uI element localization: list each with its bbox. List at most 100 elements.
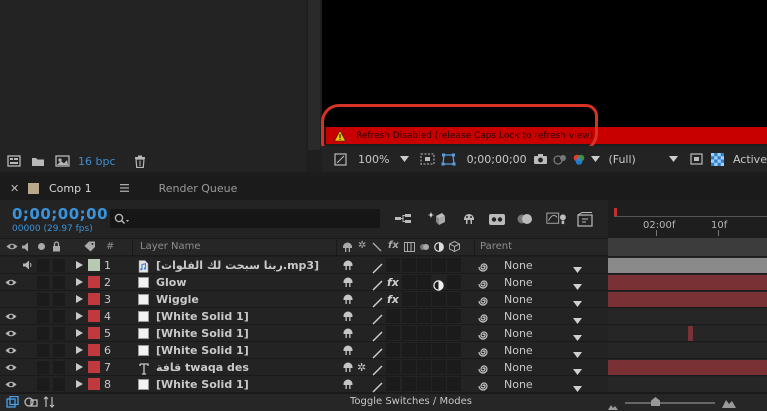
parent-column[interactable]: Parent [480,241,512,252]
eye-icon[interactable] [5,359,17,375]
video-toggle-icon[interactable] [6,242,18,254]
frame-blend-switch[interactable] [402,309,416,323]
eye-icon[interactable] [5,325,17,341]
eye-icon[interactable] [5,342,17,358]
motion-blur-switch[interactable] [417,377,431,391]
pick-whip-icon[interactable] [478,378,490,394]
expand-triangle-icon[interactable] [76,257,84,273]
lock-switch[interactable] [53,378,65,391]
pick-whip-icon[interactable] [478,310,490,326]
lock-switch[interactable] [53,293,65,306]
eye-icon[interactable] [5,376,17,392]
shy-icon[interactable] [342,325,354,341]
audio-switch[interactable] [21,308,33,324]
new-folder-icon[interactable] [28,151,48,171]
audio-switch[interactable] [21,274,33,290]
layer-duration-bar[interactable] [608,292,767,307]
parent-select[interactable]: None [504,291,533,307]
label-color-swatch[interactable] [88,259,100,271]
zoom-level[interactable]: 100% [355,149,392,169]
3d-layer-switch[interactable] [447,360,461,374]
parent-select[interactable]: None [504,342,533,358]
show-snapshot-icon[interactable] [550,149,569,169]
solo-switch[interactable] [37,361,49,374]
motion-blur-switch[interactable] [417,326,431,340]
pick-whip-icon[interactable] [478,259,490,275]
layer-name[interactable]: [White Solid 1] [156,342,336,358]
layer-row[interactable]: 5 [White Solid 1] None [0,325,767,342]
shy-icon[interactable] [342,359,354,375]
lock-switch[interactable] [53,259,65,272]
solo-switch[interactable] [37,293,49,306]
motion-blur-switch[interactable] [417,275,431,289]
solo-switch[interactable] [37,378,49,391]
audio-switch[interactable] [21,342,33,358]
keyframe-marker-icon[interactable] [574,208,596,230]
layer-search-input[interactable] [110,209,380,228]
transparency-grid-icon[interactable] [708,149,727,169]
channel-dropdown-chevron-icon[interactable] [589,149,603,169]
label-color-swatch[interactable] [88,327,100,339]
layer-row[interactable]: 2 Glow fx None [0,274,767,291]
fit-frame-icon[interactable] [418,149,437,169]
lock-switch[interactable] [53,344,65,357]
3d-layer-switch[interactable] [447,258,461,272]
pick-whip-icon[interactable] [478,276,490,292]
adjustment-switch[interactable] [432,258,446,272]
time-ruler[interactable]: 02:00f 10f [608,200,767,238]
speaker-icon[interactable] [21,257,33,273]
pick-whip-icon[interactable] [478,344,490,360]
layer-row[interactable]: 7 قافة twaqa des ✲ None [0,359,767,376]
snapshot-camera-icon[interactable] [531,149,550,169]
layer-name[interactable]: [ربنا سبحت لك الفلوات.mp3] [156,257,336,273]
frame-blend-switch[interactable] [402,292,416,306]
shy-icon[interactable] [342,308,354,324]
expand-triangle-icon[interactable] [76,274,84,290]
expand-triangle-icon[interactable] [76,291,84,307]
zoom-in-mountain-icon[interactable] [722,398,736,411]
frame-blend-switch[interactable] [402,275,416,289]
composition-viewer[interactable] [322,0,767,127]
shy-icon[interactable] [342,376,354,392]
effect-switch[interactable] [386,258,400,272]
audio-switch[interactable] [21,359,33,375]
expand-layer-switches-icon[interactable] [6,395,20,411]
solo-toggle-icon[interactable] [38,243,45,250]
graph-editor-icon[interactable] [546,208,568,230]
lock-toggle-icon[interactable] [52,241,61,255]
resolution-dropdown-chevron-icon[interactable] [667,149,681,169]
motion-blur-switch[interactable] [417,258,431,272]
lock-switch[interactable] [53,276,65,289]
tab-render-queue[interactable]: Render Queue [159,182,238,195]
new-composition-icon[interactable] [52,151,72,171]
audio-toggle-icon[interactable] [21,242,32,255]
label-color-swatch[interactable] [88,310,100,322]
solo-switch[interactable] [37,344,49,357]
parent-select[interactable]: None [504,257,533,273]
effect-switch[interactable] [386,360,400,374]
layer-row[interactable]: 6 [White Solid 1] None [0,342,767,359]
work-area-start-marker[interactable] [614,208,617,216]
pick-whip-icon[interactable] [478,361,490,377]
shy-icon[interactable] [342,291,354,307]
layer-row[interactable]: 4 [White Solid 1] None [0,308,767,325]
mask-visibility-icon[interactable] [439,149,458,169]
expand-triangle-icon[interactable] [76,359,84,375]
3d-layer-switch[interactable] [447,292,461,306]
zoom-out-mountain-icon[interactable] [608,400,618,411]
audio-switch[interactable] [21,325,33,341]
motion-blur-icon[interactable] [514,208,536,230]
eye-icon[interactable] [5,274,17,290]
layer-duration-bar[interactable] [608,258,767,273]
expand-modes-icon[interactable] [24,396,38,411]
zoom-dropdown-chevron-icon[interactable] [398,149,412,169]
adjustment-switch[interactable] [432,360,446,374]
motion-blur-switch[interactable] [417,360,431,374]
layer-row[interactable]: 8 [White Solid 1] None [0,376,767,393]
adjustment-switch[interactable] [432,343,446,357]
frame-blend-switch[interactable] [402,377,416,391]
lock-switch[interactable] [53,327,65,340]
lock-switch[interactable] [53,310,65,323]
effect-switch[interactable] [386,377,400,391]
magnifier-toggle-icon[interactable] [330,149,351,169]
